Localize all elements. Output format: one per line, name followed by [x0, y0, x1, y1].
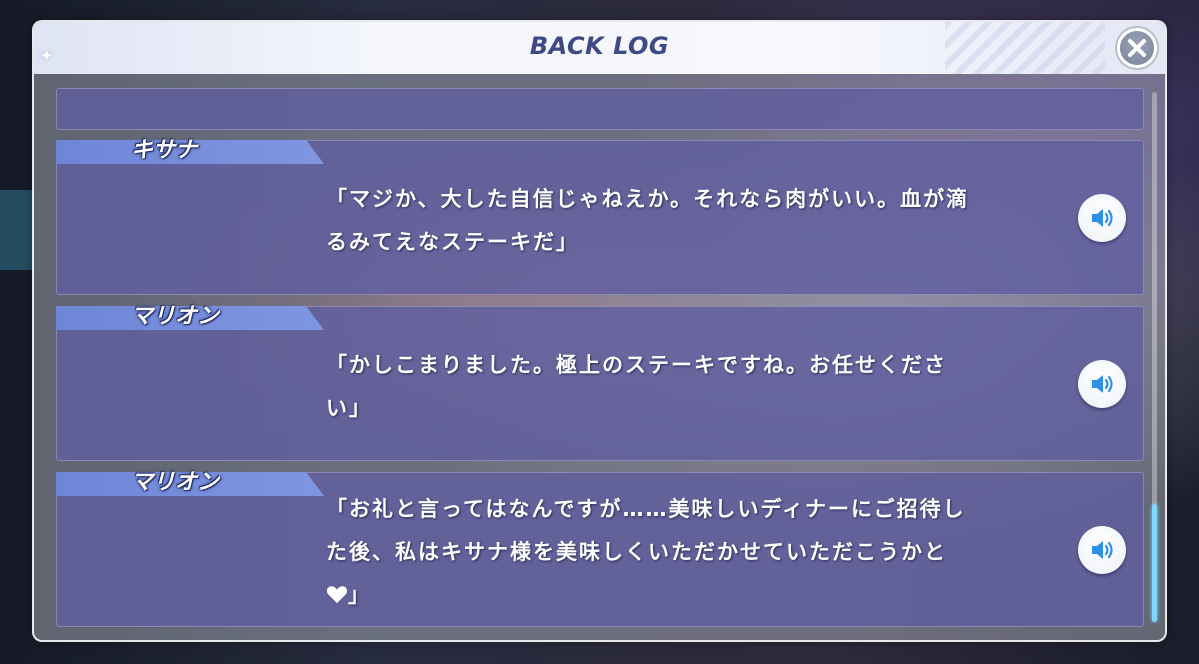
log-entry: マリオン 「お礼と言ってはなんですが……美味しいディナーにご招待し た後、私はキ…: [56, 470, 1144, 627]
heart-icon: [326, 586, 348, 604]
dialogue-line: 「マジか、大した自信じゃねえか。それなら肉がいい。血が滴: [326, 187, 970, 211]
dialogue-line: い」: [326, 396, 372, 420]
speaker-name: キサナ: [131, 138, 198, 163]
dialogue-line: 「お礼と言ってはなんですが……美味しいディナーにご招待し: [326, 497, 966, 521]
window-title: BACK LOG: [529, 32, 670, 60]
speaker-icon: [1092, 209, 1113, 227]
voice-replay-button[interactable]: [1078, 526, 1126, 574]
dialogue-line: た後、私はキサナ様を美味しくいただかせていただこうかと: [326, 540, 947, 564]
log-entry: キサナ 「マジか、大した自信じゃねえか。それなら肉がいい。血が滴 るみてえなステ…: [56, 138, 1144, 295]
speaker-name: マリオン: [131, 470, 220, 495]
scrollbar-track[interactable]: [1152, 92, 1157, 622]
log-entry-partial: [56, 88, 1144, 130]
voice-replay-button[interactable]: [1078, 360, 1126, 408]
close-icon: [1128, 39, 1146, 57]
dialogue-text: 「お礼と言ってはなんですが……美味しいディナーにご招待し た後、私はキサナ様を美…: [326, 488, 1046, 617]
speaker-name: マリオン: [131, 304, 220, 329]
speaker-icon: [1092, 375, 1113, 393]
dialogue-line: 「かしこまりました。極上のステーキですね。お任せくださ: [326, 353, 947, 377]
close-button[interactable]: [1117, 28, 1157, 68]
dialogue-text: 「マジか、大した自信じゃねえか。それなら肉がいい。血が滴 るみてえなステーキだ」: [326, 178, 1046, 264]
backlog-window: ✦ BACK LOG キサナ 「マジか、大した自信じゃねえか。それなら肉がいい。…: [32, 20, 1167, 642]
log-entry: マリオン 「かしこまりました。極上のステーキですね。お任せくださ い」: [56, 304, 1144, 461]
background-panel: [0, 190, 34, 270]
dialogue-line: るみてえなステーキだ」: [326, 230, 579, 254]
log-list[interactable]: キサナ 「マジか、大した自信じゃねえか。それなら肉がいい。血が滴 るみてえなステ…: [54, 88, 1146, 628]
title-bar: ✦ BACK LOG: [34, 22, 1165, 74]
scrollbar-thumb[interactable]: [1152, 504, 1157, 622]
dialogue-text: 「かしこまりました。極上のステーキですね。お任せくださ い」: [326, 344, 1046, 430]
dialogue-line-with-heart: 」: [326, 574, 1046, 617]
speaker-icon: [1092, 541, 1113, 559]
voice-replay-button[interactable]: [1078, 194, 1126, 242]
dialogue-line: 」: [348, 583, 371, 607]
